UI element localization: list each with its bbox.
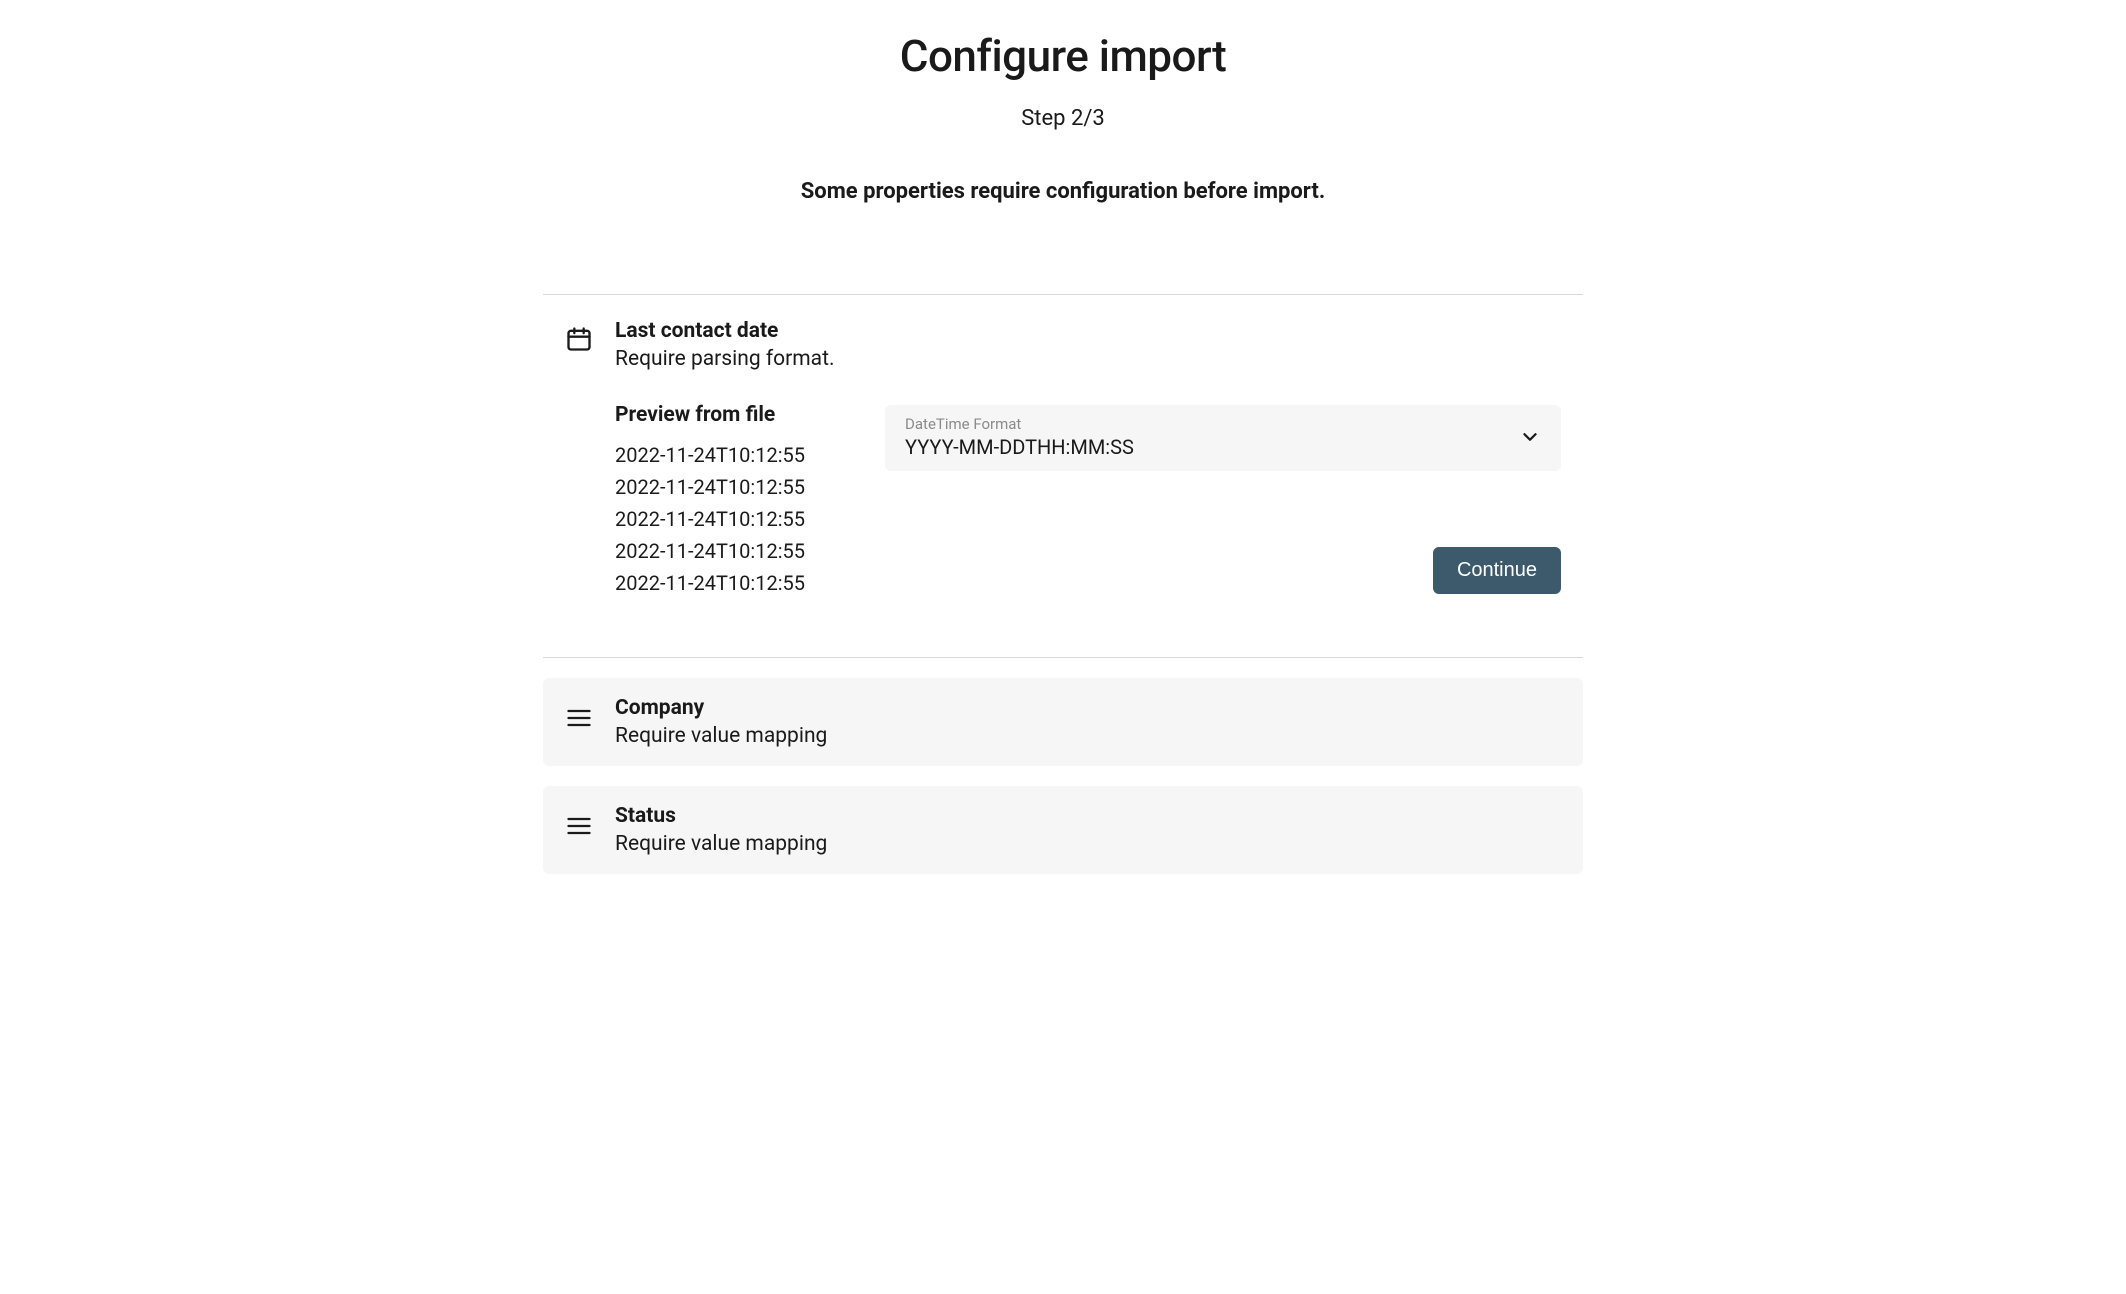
preview-row: 2022-11-24T10:12:55 bbox=[615, 443, 805, 467]
property-info: Status Require value mapping bbox=[615, 804, 1561, 856]
page-subtitle: Some properties require configuration be… bbox=[543, 179, 1583, 204]
preview-row: 2022-11-24T10:12:55 bbox=[615, 539, 805, 563]
properties-list: Last contact date Require parsing format… bbox=[543, 294, 1583, 874]
property-name: Company bbox=[615, 696, 1561, 720]
property-body: Preview from file 2022-11-24T10:12:55 20… bbox=[565, 403, 1561, 603]
preview-row: 2022-11-24T10:12:55 bbox=[615, 475, 805, 499]
property-header: Last contact date Require parsing format… bbox=[565, 319, 1561, 371]
step-indicator: Step 2/3 bbox=[543, 106, 1583, 131]
property-section-company[interactable]: Company Require value mapping bbox=[543, 678, 1583, 766]
preview-row: 2022-11-24T10:12:55 bbox=[615, 571, 805, 595]
property-name: Status bbox=[615, 804, 1561, 828]
property-info: Company Require value mapping bbox=[615, 696, 1561, 748]
property-info: Last contact date Require parsing format… bbox=[615, 319, 1561, 371]
page-title: Configure import bbox=[543, 30, 1583, 82]
continue-row: Continue bbox=[885, 547, 1561, 594]
preview-row: 2022-11-24T10:12:55 bbox=[615, 507, 805, 531]
property-desc: Require parsing format. bbox=[615, 347, 1561, 371]
select-value: YYYY-MM-DDTHH:MM:SS bbox=[905, 435, 1134, 459]
property-section-status[interactable]: Status Require value mapping bbox=[543, 786, 1583, 874]
calendar-icon bbox=[565, 325, 593, 353]
select-text: DateTime Format YYYY-MM-DDTHH:MM:SS bbox=[905, 415, 1134, 459]
datetime-format-select[interactable]: DateTime Format YYYY-MM-DDTHH:MM:SS bbox=[885, 405, 1561, 471]
property-desc: Require value mapping bbox=[615, 724, 1561, 748]
divider bbox=[543, 657, 1583, 658]
config-column: DateTime Format YYYY-MM-DDTHH:MM:SS Cont… bbox=[885, 403, 1561, 594]
property-name: Last contact date bbox=[615, 319, 1561, 343]
property-desc: Require value mapping bbox=[615, 832, 1561, 856]
preview-column: Preview from file 2022-11-24T10:12:55 20… bbox=[615, 403, 805, 603]
menu-icon bbox=[565, 812, 593, 840]
continue-button[interactable]: Continue bbox=[1433, 547, 1561, 594]
preview-list: 2022-11-24T10:12:55 2022-11-24T10:12:55 … bbox=[615, 443, 805, 595]
menu-icon bbox=[565, 704, 593, 732]
chevron-down-icon bbox=[1519, 426, 1541, 448]
select-label: DateTime Format bbox=[905, 415, 1134, 433]
property-section-last-contact-date: Last contact date Require parsing format… bbox=[543, 295, 1583, 629]
preview-title: Preview from file bbox=[615, 403, 805, 427]
